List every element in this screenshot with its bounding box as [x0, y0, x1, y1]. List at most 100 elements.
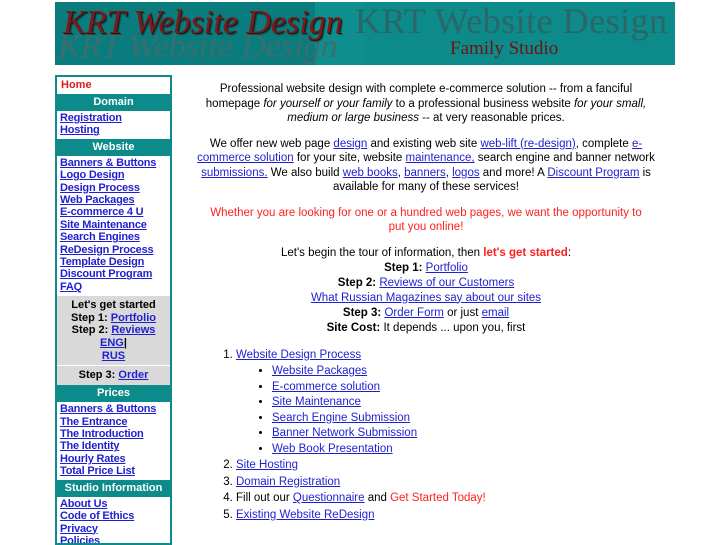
- step-3-label: Step 3:: [342, 306, 382, 319]
- list-item: Existing Website ReDesign: [236, 508, 666, 524]
- intro-p2-text-e: search engine and banner network: [474, 152, 655, 164]
- sidebar-home-link[interactable]: Home: [61, 79, 92, 91]
- sidebar-item-registration[interactable]: Registration: [60, 112, 170, 124]
- get-started-step1-label: Step 1:: [71, 311, 108, 324]
- step-3-order-form-link[interactable]: Order Form: [384, 307, 443, 319]
- sidebar-heading-website: Website: [57, 138, 170, 156]
- link-submissions[interactable]: submissions.: [201, 167, 267, 179]
- sidebar-heading-prices: Prices: [57, 385, 170, 403]
- intro-p2-text-i: and more! A: [479, 166, 548, 179]
- link-website-design-process[interactable]: Website Design Process: [236, 349, 361, 361]
- sidebar-heading-domain: Domain: [57, 94, 170, 111]
- list-item: Banner Network Submission: [272, 426, 666, 442]
- intro-p1-italic-1: for yourself or your family: [263, 97, 393, 110]
- sidebar-group-studio: About Us Code of Ethics Privacy Policies…: [57, 496, 170, 543]
- step-1-label: Step 1:: [384, 261, 423, 274]
- services-sub-list: Website Packages E-commerce solution Sit…: [236, 364, 666, 457]
- link-ecommerce-solution-sub[interactable]: E-commerce solution: [272, 381, 380, 393]
- sidebar-item-the-entrance[interactable]: The Entrance: [60, 416, 170, 428]
- sidebar-item-template-design[interactable]: Template Design: [60, 256, 170, 268]
- site-cost-label: Site Cost:: [326, 321, 381, 334]
- link-banners[interactable]: banners: [404, 167, 446, 179]
- list-item: Site Hosting: [236, 458, 666, 474]
- link-banner-network-submission[interactable]: Banner Network Submission: [272, 427, 417, 439]
- link-design[interactable]: design: [333, 138, 367, 150]
- sidebar-item-search-engines[interactable]: Search Engines: [60, 231, 170, 243]
- sidebar-group-website: Banners & Buttons Logo Design Design Pro…: [57, 155, 170, 296]
- steps-block: Let's begin the tour of information, the…: [186, 246, 666, 336]
- link-search-engine-submission[interactable]: Search Engine Submission: [272, 412, 410, 424]
- sidebar-item-design-process[interactable]: Design Process: [60, 182, 170, 194]
- get-started-step2-label: Step 2:: [71, 324, 109, 337]
- link-existing-website-redesign[interactable]: Existing Website ReDesign: [236, 509, 375, 521]
- list-item: Site Maintenance: [272, 395, 666, 411]
- get-started-step2-eng-link[interactable]: Reviews ENG: [100, 324, 155, 349]
- get-started-today-text: Get Started Today!: [390, 492, 486, 504]
- link-questionnaire[interactable]: Questionnaire: [293, 492, 365, 504]
- link-web-book-presentation[interactable]: Web Book Presentation: [272, 443, 393, 455]
- sidebar-item-redesign-process[interactable]: ReDesign Process: [60, 244, 170, 256]
- intro-p2-text-f: We also build: [267, 166, 343, 179]
- site-cost-line: Site Cost: It depends ... upon you, firs…: [186, 321, 666, 336]
- russian-magazines-link[interactable]: What Russian Magazines say about our sit…: [311, 292, 541, 304]
- link-website-packages[interactable]: Website Packages: [272, 365, 367, 377]
- link-web-books[interactable]: web books: [343, 167, 398, 179]
- list-item: Website Packages: [272, 364, 666, 380]
- sidebar-group-prices: Banners & Buttons The Entrance The Intro…: [57, 402, 170, 480]
- sidebar-item-faq[interactable]: FAQ: [60, 281, 170, 293]
- link-maintenance[interactable]: maintenance,: [406, 152, 475, 164]
- banner-title: KRT Website Design: [63, 4, 343, 41]
- link-site-hosting[interactable]: Site Hosting: [236, 459, 298, 471]
- step-2-reviews-link[interactable]: Reviews of our Customers: [379, 277, 514, 289]
- sidebar-item-the-identity[interactable]: The Identity: [60, 440, 170, 452]
- get-started-step2-separator: |: [123, 337, 127, 350]
- link-logos[interactable]: logos: [452, 167, 480, 179]
- get-started-step2-rus-link[interactable]: RUS: [102, 350, 125, 362]
- sidebar-item-site-maintenance[interactable]: Site Maintenance: [60, 219, 170, 231]
- link-discount-program[interactable]: Discount Program: [547, 167, 639, 179]
- sidebar-item-the-introduction[interactable]: The Introduction: [60, 428, 170, 440]
- main-content: Professional website design with complet…: [186, 82, 666, 524]
- step-3-line: Step 3: Order Form or just email: [186, 306, 666, 321]
- step-2-label: Step 2:: [337, 276, 377, 289]
- site-cost-text: It depends ... upon you, first: [380, 321, 526, 334]
- banner-subtitle: Family Studio: [450, 38, 559, 59]
- sidebar-item-discount-program[interactable]: Discount Program: [60, 268, 170, 280]
- sidebar-item-banners-buttons[interactable]: Banners & Buttons: [60, 157, 170, 169]
- intro-p1-text-b: to a professional business website: [392, 97, 574, 110]
- sidebar-item-privacy[interactable]: Privacy: [60, 523, 170, 535]
- link-domain-registration[interactable]: Domain Registration: [236, 476, 340, 488]
- list-item: Domain Registration: [236, 475, 666, 491]
- questionnaire-prefix: Fill out our: [236, 492, 293, 504]
- sidebar-item-hourly-rates[interactable]: Hourly Rates: [60, 453, 170, 465]
- intro-p2-text-c: , complete: [575, 137, 632, 150]
- sidebar-item-hosting[interactable]: Hosting: [60, 124, 170, 136]
- intro-p2-text-d: for your site, website: [293, 152, 406, 164]
- sidebar-item-code-of-ethics[interactable]: Code of Ethics: [60, 510, 170, 522]
- banner-ghost-title: KRT Website Design: [355, 2, 668, 41]
- tour-text-highlight: let's get started: [483, 246, 568, 259]
- get-started-title: Let's get started: [71, 299, 156, 312]
- intro-p1-text-c: -- at very reasonable prices.: [418, 112, 565, 124]
- get-started-step2-rus-row: RUS: [59, 350, 168, 363]
- list-item: Search Engine Submission: [272, 411, 666, 427]
- sidebar-item-logo-design[interactable]: Logo Design: [60, 169, 170, 181]
- link-site-maintenance-sub[interactable]: Site Maintenance: [272, 396, 361, 408]
- sidebar-item-home[interactable]: Home: [57, 77, 170, 94]
- get-started-step1-link[interactable]: Portfolio: [111, 312, 156, 324]
- step-3-mid-text: or just: [443, 306, 482, 319]
- sidebar-item-about-us[interactable]: About Us: [60, 498, 170, 510]
- get-started-step3-box: Step 3: Order: [57, 365, 170, 386]
- list-item: Web Book Presentation: [272, 442, 666, 458]
- step-1-portfolio-link[interactable]: Portfolio: [426, 262, 468, 274]
- sidebar-heading-studio-information: Studio Information: [57, 479, 170, 497]
- sidebar-item-price-banners-buttons[interactable]: Banners & Buttons: [60, 403, 170, 415]
- sidebar-item-policies[interactable]: Policies: [60, 535, 170, 543]
- sidebar-item-ecommerce-4u[interactable]: E-commerce 4 U: [60, 206, 170, 218]
- get-started-step3-link[interactable]: Order: [118, 369, 148, 381]
- sidebar-item-web-packages[interactable]: Web Packages: [60, 194, 170, 206]
- sidebar-nav: Home Domain Registration Hosting Website…: [55, 75, 172, 545]
- step-3-email-link[interactable]: email: [482, 307, 509, 319]
- sidebar-item-total-price-list[interactable]: Total Price List: [60, 465, 170, 477]
- link-web-lift[interactable]: web-lift (re-design): [480, 138, 575, 150]
